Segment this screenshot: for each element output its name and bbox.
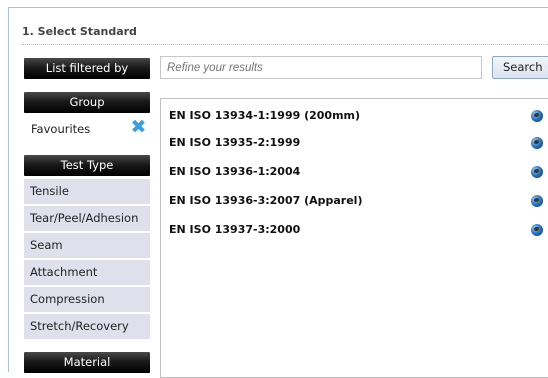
result-label: EN ISO 13936-3:2007 (Apparel): [169, 194, 363, 207]
material-header[interactable]: Material: [24, 352, 150, 373]
test-type-tear-peel-adhesion[interactable]: Tear/Peel/Adhesion: [24, 206, 150, 231]
globe-icon[interactable]: [531, 110, 543, 122]
section-title: 1. Select Standard: [22, 25, 137, 38]
test-type-header[interactable]: Test Type: [24, 155, 150, 176]
result-item[interactable]: EN ISO 13936-1:2004: [169, 164, 548, 180]
result-item[interactable]: EN ISO 13937-3:2000: [169, 222, 548, 238]
test-type-stretch-recovery[interactable]: Stretch/Recovery: [24, 314, 150, 339]
result-label: EN ISO 13937-3:2000: [169, 223, 301, 236]
search-button[interactable]: Search: [492, 56, 548, 79]
close-x-icon[interactable]: ✖: [130, 118, 147, 137]
result-label: EN ISO 13934-1:1999 (200mm): [169, 109, 361, 122]
result-label: EN ISO 13936-1:2004: [169, 165, 301, 178]
test-type-seam[interactable]: Seam: [24, 233, 150, 258]
globe-icon[interactable]: [531, 195, 543, 207]
results-list: EN ISO 13934-1:1999 (200mm) EN ISO 13935…: [160, 98, 548, 378]
globe-icon[interactable]: [531, 137, 543, 149]
search-input[interactable]: [160, 56, 482, 79]
favourites-label[interactable]: Favourites: [31, 122, 90, 136]
result-item[interactable]: EN ISO 13935-2:1999: [169, 135, 548, 151]
panel-top-border: [8, 7, 548, 8]
globe-icon[interactable]: [531, 166, 543, 178]
list-filtered-by-header: List filtered by: [24, 58, 150, 79]
test-type-tensile[interactable]: Tensile: [24, 179, 150, 204]
globe-icon[interactable]: [531, 224, 543, 236]
group-header[interactable]: Group: [24, 92, 150, 113]
panel-left-border: [8, 7, 9, 372]
result-item[interactable]: EN ISO 13934-1:1999 (200mm): [169, 108, 548, 124]
result-item[interactable]: EN ISO 13936-3:2007 (Apparel): [169, 193, 548, 209]
test-type-compression[interactable]: Compression: [24, 287, 150, 312]
result-label: EN ISO 13935-2:1999: [169, 136, 301, 149]
section-divider: [22, 44, 548, 45]
test-type-attachment[interactable]: Attachment: [24, 260, 150, 285]
